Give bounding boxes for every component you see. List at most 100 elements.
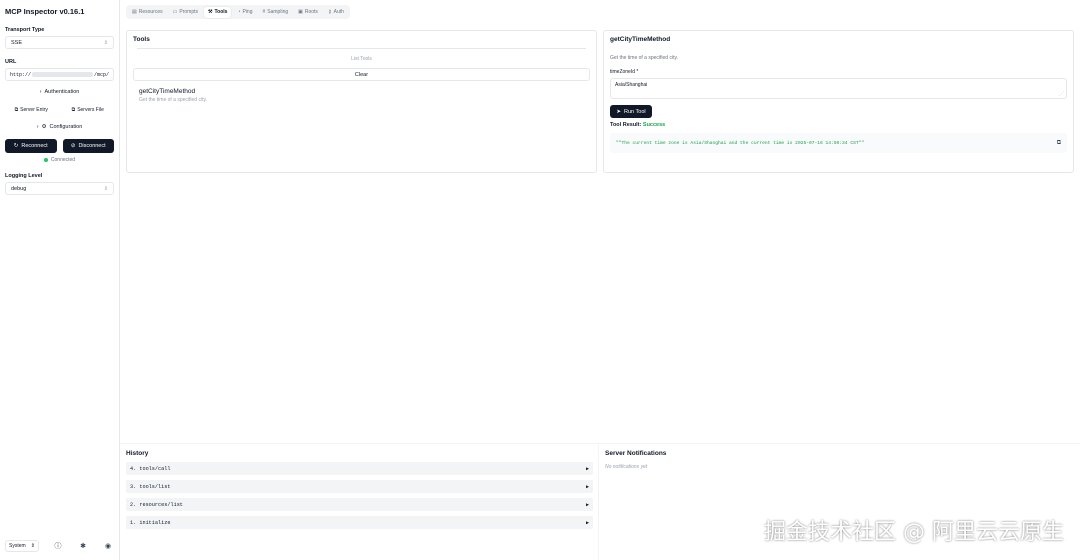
divider: [120, 443, 1080, 444]
tab-label: Tools: [214, 9, 228, 15]
theme-value: System: [9, 543, 26, 549]
tab-label: Roots: [304, 9, 318, 15]
tab-roots[interactable]: ▣ Roots: [294, 7, 322, 18]
tool-name: getCityTimeMethod: [139, 88, 196, 95]
notifications-empty: No notifications yet: [605, 464, 648, 470]
disconnect-button[interactable]: ⊘ Disconnect: [62, 139, 114, 153]
caret-right-icon: ▶: [585, 519, 589, 526]
watermark: 掘金技术社区 @ 阿里云云原生: [764, 520, 1064, 545]
tab-auth[interactable]: ⚷ Auth: [324, 7, 348, 18]
tab-tools[interactable]: ⚒ Tools: [204, 6, 232, 18]
tab-resources[interactable]: ▤ Resources: [128, 7, 167, 18]
server-entry-label: Server Entry: [20, 106, 48, 113]
connection-status: Connected: [5, 157, 114, 163]
chevron-right-icon: ›: [36, 123, 39, 130]
tab-bar: ▤ Resources ▭ Prompts ⚒ Tools ◔ Ping # Sampli…: [126, 5, 350, 19]
history-panel: History 4. tools/call ▶ 3. tools/list ▶ 2.…: [126, 450, 593, 529]
tab-label: Ping: [242, 9, 253, 15]
configuration-toggle[interactable]: › ⚙ Configuration: [5, 120, 114, 133]
transport-value: SSE: [11, 39, 23, 46]
server-buttons: ⧉ Server Entry ⧉ Servers File: [5, 103, 114, 116]
url-label: URL: [5, 59, 17, 65]
history-item-label: 3. tools/list: [130, 483, 171, 490]
tool-item[interactable]: getCityTimeMethod Get the time of a spec…: [133, 88, 590, 103]
copy-icon[interactable]: ⧉: [1057, 139, 1061, 147]
resources-icon: ▤: [132, 9, 137, 15]
resize-grip-icon[interactable]: ⋰: [1059, 91, 1064, 97]
reconnect-label: Reconnect: [21, 143, 48, 149]
notifications-panel: Server Notifications No notifications ye…: [605, 450, 1074, 470]
hash-icon: #: [262, 9, 266, 15]
app-root: MCP Inspector v0.16.1 Transport Type SSE…: [0, 0, 1080, 560]
history-item-label: 4. tools/call: [130, 465, 171, 472]
server-entry-button[interactable]: ⧉ Server Entry: [5, 103, 58, 116]
notifications-title: Server Notifications: [605, 450, 667, 457]
caret-right-icon: ▶: [585, 483, 589, 490]
history-item[interactable]: 1. initialize ▶: [126, 516, 593, 529]
status-text: Connected: [50, 157, 76, 163]
url-redacted: [32, 72, 93, 77]
tab-label: Sampling: [267, 9, 289, 15]
key-icon: ⚷: [327, 9, 332, 15]
caret-right-icon: ▶: [585, 465, 589, 472]
param-label: timeZoneId *: [610, 69, 639, 75]
prompts-icon: ▭: [172, 9, 178, 15]
app-title: MCP Inspector v0.16.1: [5, 7, 85, 16]
servers-file-button[interactable]: ⧉ Servers File: [62, 103, 115, 116]
configuration-label: Configuration: [49, 123, 83, 130]
tool-result-box: ""The current time zone is Asia/Shanghai…: [610, 133, 1067, 153]
history-item[interactable]: 3. tools/list ▶: [126, 480, 593, 493]
divider: [137, 48, 586, 49]
url-input[interactable]: http:// /mcp/: [5, 68, 114, 81]
tab-label: Resources: [138, 9, 163, 15]
send-icon: ➤: [616, 108, 621, 115]
unplug-icon: ⊘: [70, 143, 76, 149]
refresh-icon: ↻: [13, 143, 19, 149]
history-item[interactable]: 2. resources/list ▶: [126, 498, 593, 511]
disconnect-label: Disconnect: [78, 143, 106, 149]
transport-label: Transport Type: [5, 27, 45, 33]
timezone-input[interactable]: Asia/Shanghai ⋰: [610, 78, 1067, 99]
run-tool-label: Run Tool: [624, 108, 646, 115]
logging-select[interactable]: debug ⇕: [5, 182, 114, 195]
history-item-label: 1. initialize: [130, 519, 171, 526]
history-item[interactable]: 4. tools/call ▶: [126, 462, 593, 475]
tool-result-label: Tool Result:: [610, 122, 642, 128]
url-prefix: http://: [10, 71, 32, 78]
tab-prompts[interactable]: ▭ Prompts: [169, 7, 202, 18]
theme-select[interactable]: System ⇕: [5, 540, 39, 552]
help-icon[interactable]: ⓘ: [52, 540, 64, 552]
tab-label: Prompts: [179, 9, 198, 15]
main-content: ▤ Resources ▭ Prompts ⚒ Tools ◔ Ping # Sampli…: [120, 0, 1080, 560]
tab-ping[interactable]: ◔ Ping: [233, 7, 256, 18]
run-tool-button[interactable]: ➤ Run Tool: [610, 105, 652, 118]
tool-detail-title: getCityTimeMethod: [610, 36, 671, 43]
timezone-value: Asia/Shanghai: [615, 82, 648, 88]
logging-label: Logging Level: [5, 173, 43, 179]
sidebar-footer: System ⇕ ⓘ ✱ ◉: [5, 540, 114, 552]
folder-icon: ▣: [298, 9, 303, 15]
tool-description: Get the time of a specified city.: [139, 97, 207, 103]
url-suffix: /mcp/: [93, 71, 109, 78]
status-dot: [43, 158, 48, 162]
wrench-icon: ⚒: [208, 9, 213, 15]
sidebar: MCP Inspector v0.16.1 Transport Type SSE…: [0, 0, 120, 560]
tools-title: Tools: [133, 36, 150, 43]
clear-button[interactable]: Clear: [133, 68, 590, 81]
reconnect-button[interactable]: ↻ Reconnect: [5, 139, 57, 153]
authentication-label: Authentication: [44, 88, 80, 95]
tool-result-text: ""The current time zone is Asia/Shanghai…: [616, 140, 865, 146]
gear-icon: ⚙: [41, 123, 47, 130]
divider: [598, 443, 599, 560]
tool-detail-panel: getCityTimeMethod Get the time of a spec…: [603, 30, 1074, 173]
tool-result-status: Success: [642, 122, 666, 128]
tab-sampling[interactable]: # Sampling: [259, 7, 293, 18]
caret-right-icon: ▶: [585, 501, 589, 508]
authentication-toggle[interactable]: › Authentication: [5, 85, 114, 98]
transport-select[interactable]: SSE ⇕: [5, 36, 114, 49]
github-icon[interactable]: ◉: [102, 540, 114, 552]
bug-icon[interactable]: ✱: [77, 540, 89, 552]
history-item-label: 2. resources/list: [130, 501, 183, 508]
copy-icon: ⧉: [14, 106, 19, 113]
list-tools-button[interactable]: List Tools: [133, 56, 590, 64]
